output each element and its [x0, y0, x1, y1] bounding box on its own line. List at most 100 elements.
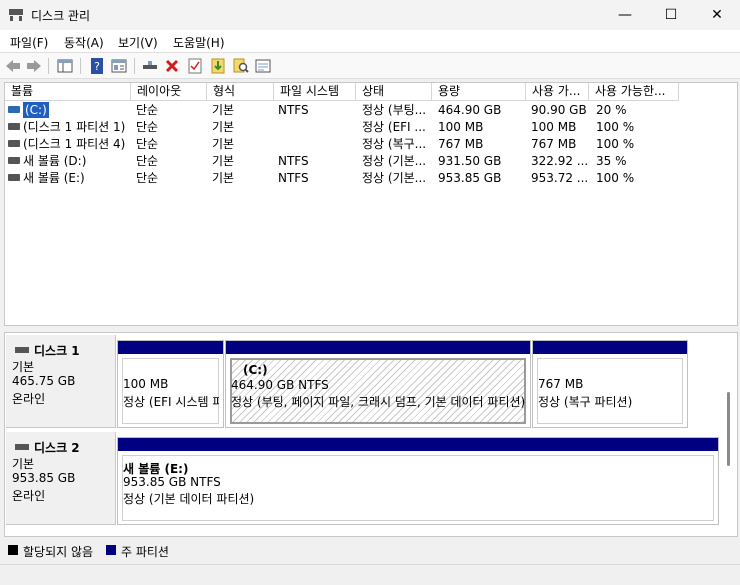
- disk-name: 디스크 2: [34, 441, 80, 455]
- free-space-cell: 767 MB: [531, 137, 577, 151]
- partition-body: [122, 358, 219, 424]
- disk-2-label[interactable]: 디스크 2 기본 953.85 GB 온라인: [6, 432, 116, 525]
- disk-management-app-icon: [9, 9, 23, 21]
- type-cell: 기본: [212, 171, 235, 185]
- partition-size: 767 MB: [538, 377, 584, 391]
- toolbar-separator: [48, 58, 49, 74]
- disk-name: 디스크 1: [34, 344, 80, 358]
- layout-cell: 단순: [136, 154, 159, 168]
- minimize-button[interactable]: —: [602, 0, 648, 30]
- primary-partition-swatch: [106, 545, 116, 555]
- type-cell: 기본: [212, 103, 235, 117]
- column-header-percent-free[interactable]: 사용 가능한...: [589, 83, 679, 101]
- volume-name: (디스크 1 파티션 1): [23, 120, 126, 134]
- layout-cell: 단순: [136, 171, 159, 185]
- partition-status: 정상 (기본 데이터 파티션): [123, 492, 255, 506]
- delete-icon[interactable]: [163, 57, 181, 75]
- status-cell: 정상 (기본...: [362, 171, 427, 185]
- drive-icon: [8, 123, 20, 130]
- menu-action[interactable]: 동작(A): [64, 34, 104, 51]
- partition-title: (C:): [243, 363, 268, 377]
- column-header-capacity[interactable]: 용량: [432, 83, 526, 101]
- column-header-filesystem[interactable]: 파일 시스템: [274, 83, 356, 101]
- disk-1-label[interactable]: 디스크 1 기본 465.75 GB 온라인: [6, 335, 116, 428]
- properties-view-icon[interactable]: [110, 57, 128, 75]
- partition-type-bar: [226, 341, 530, 354]
- close-button[interactable]: ✕: [694, 0, 740, 30]
- search-disk-icon[interactable]: [232, 57, 250, 75]
- menu-view[interactable]: 보기(V): [118, 34, 158, 51]
- close-icon: ✕: [711, 7, 723, 23]
- import-icon[interactable]: [209, 57, 227, 75]
- partition-recovery[interactable]: 767 MB 정상 (복구 파티션): [532, 340, 688, 428]
- toolbar-separator: [80, 58, 81, 74]
- column-header-layout[interactable]: 레이아웃: [131, 83, 207, 101]
- volume-name: (디스크 1 파티션 4): [23, 137, 126, 151]
- menu-bar: 파일(F) 동작(A) 보기(V) 도움말(H): [0, 30, 740, 52]
- free-space-cell: 90.90 GB: [531, 103, 587, 117]
- column-header-status[interactable]: 상태: [356, 83, 432, 101]
- column-header-volume[interactable]: 볼륨: [5, 83, 131, 101]
- percent-free-cell: 100 %: [596, 120, 635, 134]
- volume-name: (C:): [23, 102, 49, 118]
- partition-type-bar: [118, 438, 718, 451]
- layout-cell: 단순: [136, 120, 159, 134]
- status-cell: 정상 (기본...: [362, 154, 427, 168]
- window-title: 디스크 관리: [31, 9, 91, 23]
- partition-size: 464.90 GB NTFS: [231, 378, 329, 392]
- disk-drive-icon: [15, 347, 29, 353]
- type-cell: 기본: [212, 154, 235, 168]
- layout-cell: 단순: [136, 137, 159, 151]
- legend-primary-label: 주 파티션: [121, 545, 169, 559]
- maximize-icon: ☐: [664, 7, 678, 23]
- capacity-cell: 931.50 GB: [438, 154, 502, 168]
- partition-efi[interactable]: 100 MB 정상 (EFI 시스템 파티션): [117, 340, 224, 428]
- disk-map: 디스크 1 기본 465.75 GB 온라인 100 MB 정상 (EFI 시스…: [4, 332, 738, 537]
- disk-map-scrollbar[interactable]: [727, 392, 730, 466]
- settings-panel-icon[interactable]: [254, 57, 272, 75]
- volume-name: 새 볼륨 (D:): [23, 154, 87, 168]
- capacity-cell: 767 MB: [438, 137, 484, 151]
- filesystem-cell: NTFS: [278, 154, 309, 168]
- console-tree-icon[interactable]: [56, 57, 74, 75]
- disk-size: 465.75 GB: [12, 374, 76, 388]
- filesystem-cell: NTFS: [278, 171, 309, 185]
- maximize-button[interactable]: ☐: [648, 0, 694, 30]
- layout-cell: 단순: [136, 103, 159, 117]
- toolbar: ?: [0, 52, 740, 79]
- status-bar: [0, 564, 740, 585]
- checklist-icon[interactable]: [186, 57, 204, 75]
- partition-type-bar: [118, 341, 223, 354]
- connect-drive-icon[interactable]: [141, 57, 159, 75]
- drive-icon: [8, 106, 20, 113]
- column-header-type[interactable]: 형식: [207, 83, 274, 101]
- partition-body: [537, 358, 683, 424]
- menu-file[interactable]: 파일(F): [10, 34, 48, 51]
- partition-size: 100 MB: [123, 377, 169, 391]
- volume-list: 볼륨 레이아웃 형식 파일 시스템 상태 용량 사용 가... 사용 가능한..…: [4, 82, 738, 326]
- disk-type: 기본: [12, 457, 35, 471]
- partition-e[interactable]: 새 볼륨 (E:) 953.85 GB NTFS 정상 (기본 데이터 파티션): [117, 437, 719, 525]
- status-cell: 정상 (EFI ...: [362, 120, 426, 134]
- partition-type-bar: [533, 341, 687, 354]
- type-cell: 기본: [212, 137, 235, 151]
- back-arrow-icon[interactable]: [4, 57, 22, 75]
- help-icon[interactable]: ?: [88, 57, 106, 75]
- volume-name: 새 볼륨 (E:): [23, 171, 85, 185]
- drive-icon: [8, 157, 20, 164]
- disk-state: 온라인: [12, 392, 46, 406]
- partition-status: 정상 (복구 파티션): [538, 395, 633, 409]
- drive-icon: [8, 174, 20, 181]
- unallocated-swatch: [8, 545, 18, 555]
- column-header-free-space[interactable]: 사용 가...: [526, 83, 589, 101]
- partition-c[interactable]: (C:) 464.90 GB NTFS 정상 (부팅, 페이지 파일, 크래시 …: [225, 340, 531, 428]
- title-bar: 디스크 관리 — ☐ ✕: [0, 0, 740, 30]
- capacity-cell: 953.85 GB: [438, 171, 502, 185]
- percent-free-cell: 100 %: [596, 137, 635, 151]
- status-cell: 정상 (복구...: [362, 137, 427, 151]
- forward-arrow-icon[interactable]: [25, 57, 43, 75]
- filesystem-cell: NTFS: [278, 103, 309, 117]
- free-space-cell: 322.92 ...: [531, 154, 587, 168]
- capacity-cell: 464.90 GB: [438, 103, 502, 117]
- menu-help[interactable]: 도움말(H): [173, 34, 225, 51]
